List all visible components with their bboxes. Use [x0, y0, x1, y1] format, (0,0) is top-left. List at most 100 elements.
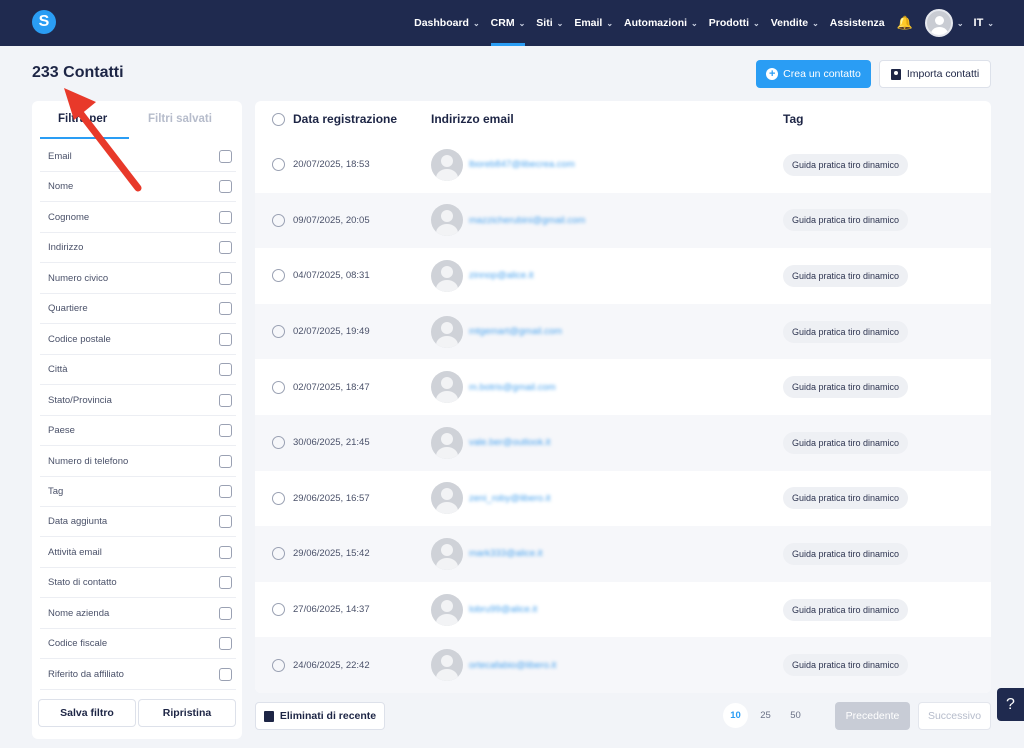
- nav-item-crm[interactable]: CRM ⌄: [490, 0, 525, 46]
- filter-checkbox[interactable]: [219, 180, 232, 194]
- contact-email-link[interactable]: lobru99@alice.it: [469, 604, 537, 615]
- filter-checkbox[interactable]: [219, 393, 232, 407]
- filter-checkbox[interactable]: [219, 637, 232, 651]
- row-select-radio[interactable]: [272, 603, 285, 617]
- row-select-radio[interactable]: [272, 658, 285, 672]
- filter-checkbox[interactable]: [219, 210, 232, 224]
- create-contact-button[interactable]: + Crea un contatto: [756, 60, 871, 88]
- select-all-radio[interactable]: [272, 112, 285, 126]
- nav-item-vendite[interactable]: Vendite ⌄: [771, 0, 819, 46]
- row-select-radio[interactable]: [272, 436, 285, 450]
- filter-option[interactable]: Riferito da affiliato: [40, 660, 236, 690]
- filter-option[interactable]: Numero di telefono: [40, 447, 236, 477]
- column-header-email[interactable]: Indirizzo email: [431, 112, 514, 126]
- column-header-date[interactable]: Data registrazione: [293, 112, 397, 126]
- next-page-button[interactable]: Successivo: [918, 702, 991, 730]
- table-row[interactable]: 02/07/2025, 18:47 m.botris@gmail.com Guida…: [255, 359, 991, 415]
- table-row[interactable]: 29/06/2025, 15:42 mark333@alice.it Guida p…: [255, 526, 991, 582]
- filter-checkbox[interactable]: [219, 576, 232, 590]
- filter-checkbox[interactable]: [219, 454, 232, 468]
- help-button[interactable]: ?: [997, 688, 1024, 721]
- table-row[interactable]: 04/07/2025, 08:31 zinnop@alice.it Guida pr…: [255, 248, 991, 304]
- filter-checkbox[interactable]: [219, 667, 232, 681]
- tab-filter-by[interactable]: Filtra per: [58, 113, 107, 125]
- table-row[interactable]: 24/06/2025, 22:42 ortecafabio@libero.it Gu…: [255, 637, 991, 693]
- filter-option-label: Paese: [48, 425, 75, 437]
- recently-deleted-button[interactable]: Eliminati di recente: [255, 702, 385, 730]
- contact-email-link[interactable]: mazzicherubini@gmail.com: [469, 215, 585, 226]
- column-header-tag[interactable]: Tag: [783, 112, 803, 126]
- page-size-option[interactable]: 50: [783, 703, 808, 728]
- language-menu-toggle[interactable]: ⌄: [987, 0, 994, 46]
- contact-email-link[interactable]: vale.ber@outlook.it: [469, 437, 550, 448]
- nav-item-assistenza[interactable]: Assistenza: [830, 0, 885, 46]
- email-cell: ortecafabio@libero.it: [431, 649, 556, 682]
- filter-option[interactable]: Città: [40, 355, 236, 386]
- import-contacts-button[interactable]: Importa contatti: [879, 60, 991, 88]
- filter-checkbox[interactable]: [219, 606, 232, 620]
- filter-checkbox[interactable]: [219, 271, 232, 285]
- contact-email-link[interactable]: mark333@alice.it: [469, 548, 543, 559]
- previous-page-button[interactable]: Precedente: [835, 702, 910, 730]
- row-select-radio[interactable]: [272, 213, 285, 227]
- tab-saved-filters[interactable]: Filtri salvati: [148, 113, 212, 125]
- bell-icon[interactable]: 🔔: [897, 15, 913, 31]
- filter-checkbox[interactable]: [219, 332, 232, 346]
- filter-option[interactable]: Quartiere: [40, 294, 236, 325]
- table-row[interactable]: 29/06/2025, 16:57 zeni_roby@libero.it Guid…: [255, 471, 991, 527]
- filter-option[interactable]: Numero civico: [40, 264, 236, 294]
- row-select-radio[interactable]: [272, 269, 285, 283]
- contact-email-link[interactable]: zeni_roby@libero.it: [469, 493, 550, 504]
- user-avatar[interactable]: [924, 9, 953, 37]
- filter-option[interactable]: Codice fiscale: [40, 629, 236, 660]
- page-size-option[interactable]: 25: [753, 703, 778, 728]
- contact-email-link[interactable]: zinnop@alice.it: [469, 270, 534, 281]
- nav-item-siti[interactable]: Siti ⌄: [536, 0, 563, 46]
- filter-checkbox[interactable]: [219, 363, 232, 377]
- filter-option[interactable]: Nome azienda: [40, 599, 236, 629]
- contact-email-link[interactable]: mtgemart@gmail.com: [469, 326, 562, 337]
- table-row[interactable]: 20/07/2025, 18:53 lboreb847@libecrea.com G…: [255, 137, 991, 193]
- row-select-radio[interactable]: [272, 325, 285, 339]
- filter-checkbox[interactable]: [219, 302, 232, 316]
- contact-email-link[interactable]: lboreb847@libecrea.com: [469, 159, 575, 170]
- filter-checkbox[interactable]: [219, 241, 232, 255]
- table-row[interactable]: 30/06/2025, 21:45 vale.ber@outlook.it Guid…: [255, 415, 991, 471]
- contact-email-link[interactable]: m.botris@gmail.com: [469, 382, 556, 393]
- filter-option[interactable]: Attività email: [40, 538, 236, 568]
- contact-email-link[interactable]: ortecafabio@libero.it: [469, 660, 556, 671]
- filter-option[interactable]: Codice postale: [40, 325, 236, 355]
- page-size-option[interactable]: 10: [723, 703, 748, 728]
- filter-option[interactable]: Indirizzo: [40, 233, 236, 264]
- filter-option[interactable]: Cognome: [40, 203, 236, 233]
- row-select-radio[interactable]: [272, 158, 285, 172]
- nav-item-email[interactable]: Email ⌄: [574, 0, 613, 46]
- table-row[interactable]: 02/07/2025, 19:49 mtgemart@gmail.com Guida…: [255, 303, 991, 360]
- save-filter-button[interactable]: Salva filtro: [38, 699, 136, 727]
- contact-avatar: [431, 482, 463, 515]
- nav-item-dashboard[interactable]: Dashboard ⌄: [414, 0, 480, 46]
- reset-button[interactable]: Ripristina: [138, 699, 236, 727]
- filter-checkbox[interactable]: [219, 150, 232, 163]
- table-row[interactable]: 09/07/2025, 20:05 mazzicherubini@gmail.co…: [255, 192, 991, 249]
- filter-option[interactable]: Paese: [40, 416, 236, 447]
- row-select-radio[interactable]: [272, 547, 285, 561]
- filter-option[interactable]: Email: [40, 142, 236, 172]
- filter-checkbox[interactable]: [219, 424, 232, 438]
- app-logo[interactable]: S: [32, 10, 56, 34]
- filter-option[interactable]: Tag: [40, 477, 236, 507]
- row-select-radio[interactable]: [272, 491, 285, 505]
- filter-option[interactable]: Data aggiunta: [40, 507, 236, 538]
- filter-checkbox[interactable]: [219, 515, 232, 529]
- filter-checkbox[interactable]: [219, 484, 232, 498]
- table-row[interactable]: 27/06/2025, 14:37 lobru99@alice.it Guida p…: [255, 582, 991, 638]
- filter-option[interactable]: Stato di contatto: [40, 568, 236, 599]
- language-selector[interactable]: IT: [974, 17, 984, 29]
- filter-checkbox[interactable]: [219, 545, 232, 559]
- nav-item-automazioni[interactable]: Automazioni ⌄: [624, 0, 698, 46]
- nav-item-prodotti[interactable]: Prodotti ⌄: [709, 0, 760, 46]
- filter-option[interactable]: Stato/Provincia: [40, 386, 236, 416]
- filter-option[interactable]: Nome: [40, 172, 236, 203]
- user-menu-toggle[interactable]: ⌄: [957, 0, 964, 46]
- row-select-radio[interactable]: [272, 380, 285, 394]
